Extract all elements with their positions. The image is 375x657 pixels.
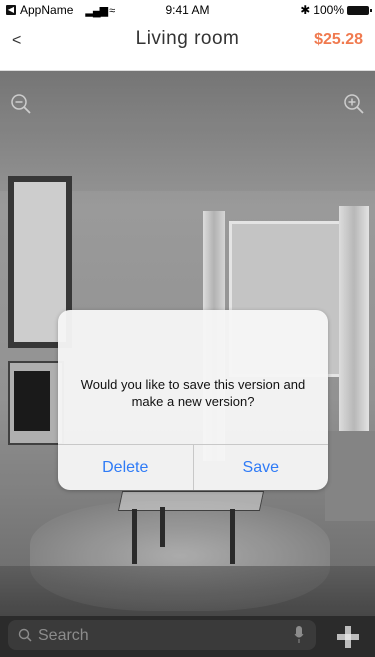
microphone-icon[interactable] [294, 626, 304, 644]
status-right: ✱ 100% [300, 3, 372, 17]
move-icon[interactable] [335, 624, 361, 650]
status-bar: ◀ AppName ▂▄▆ ≈ 9:41 AM ✱ 100% [0, 0, 375, 22]
bottom-search-bar [0, 616, 375, 657]
search-input[interactable] [36, 620, 290, 652]
battery-percent: 100% [313, 3, 344, 17]
battery-icon [347, 5, 372, 15]
save-version-dialog: Would you like to save this version and … [58, 310, 328, 490]
bluetooth-icon: ✱ [300, 3, 311, 17]
search-box [8, 620, 316, 652]
search-icon [18, 628, 32, 642]
dialog-message: Would you like to save this version and … [80, 377, 306, 409]
save-button[interactable]: Save [194, 445, 329, 490]
delete-button[interactable]: Delete [58, 445, 194, 490]
price-label: $25.28 [314, 31, 363, 48]
navigation-bar: < Living room $25.28 [0, 22, 375, 71]
dialog-buttons: Delete Save [58, 445, 328, 490]
